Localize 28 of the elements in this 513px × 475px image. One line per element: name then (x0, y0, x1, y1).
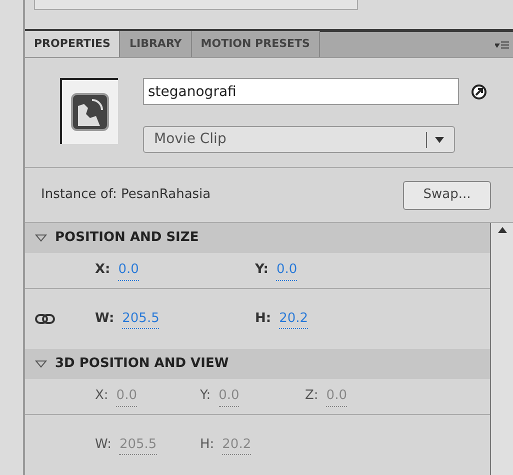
caret-icon (435, 136, 444, 143)
field-label: H: (200, 436, 214, 454)
tab[interactable]: PROPERTIES (25, 31, 120, 58)
scroll-bar[interactable] (491, 223, 513, 475)
symbol-type-dropdown[interactable]: Movie Clip (143, 126, 455, 154)
symbol-icon (60, 78, 118, 144)
field-label: H: (255, 310, 272, 328)
value-link[interactable]: 20.2 (279, 308, 308, 330)
instance-name-field[interactable]: steganografi (143, 78, 459, 106)
field-label: W: (95, 436, 112, 454)
field-label: Y: (255, 261, 268, 280)
field-label: W: (95, 310, 114, 328)
value-link[interactable]: 0.0 (118, 260, 139, 281)
panel-menu-icon[interactable] (495, 41, 509, 50)
tab[interactable]: MOTION PRESETS (192, 31, 320, 58)
value-link[interactable]: 205.5 (122, 308, 160, 330)
instance-of-text: Instance of: PesanRahasia (41, 186, 211, 204)
tab[interactable]: LIBRARY (120, 31, 192, 58)
field-label: Y: (200, 387, 211, 406)
section-header[interactable]: 3D POSITION AND VIEW (25, 349, 490, 379)
field-label: X: (95, 387, 108, 406)
scroll-up-icon[interactable] (498, 227, 506, 233)
field-label: Z: (305, 387, 318, 406)
field-label: X: (95, 261, 110, 280)
swap-button[interactable]: Swap... (403, 180, 491, 210)
section-header[interactable]: POSITION AND SIZE (25, 223, 490, 253)
value-link[interactable]: 0.0 (276, 260, 298, 281)
chain-link-icon[interactable] (35, 314, 55, 324)
